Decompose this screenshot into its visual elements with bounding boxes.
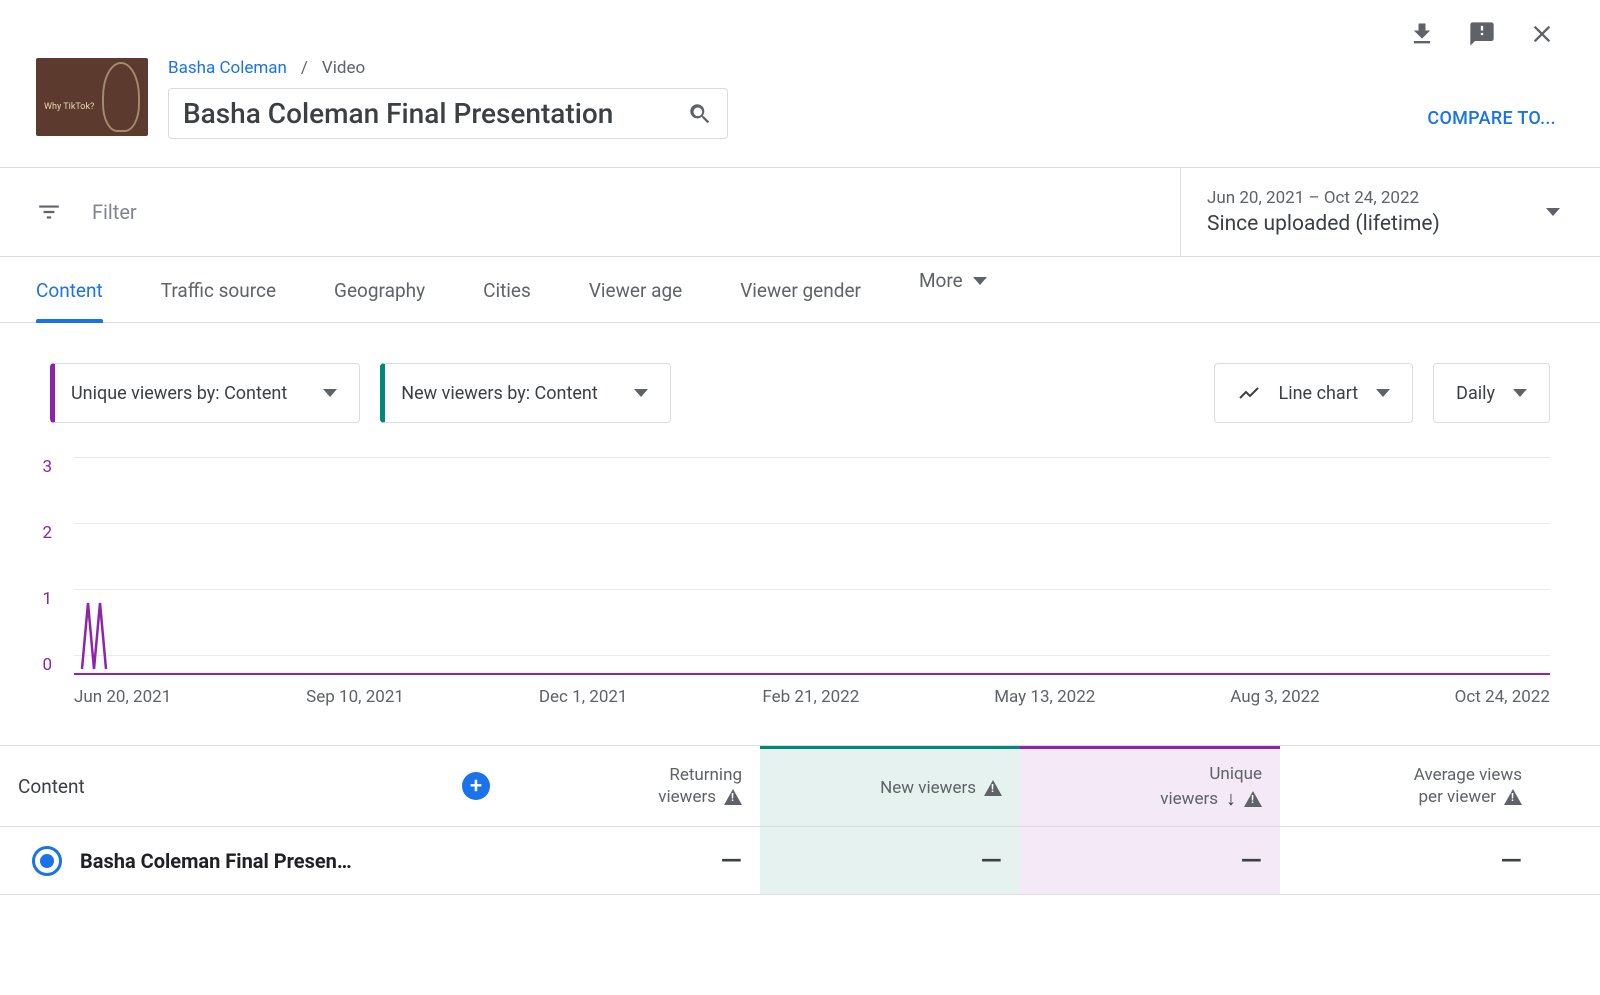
col-content: Content xyxy=(18,775,85,798)
warning-icon xyxy=(724,789,742,805)
tab-more[interactable]: More xyxy=(919,269,987,312)
chevron-down-icon xyxy=(1546,208,1560,216)
add-metric-button[interactable]: + xyxy=(462,772,490,800)
video-thumbnail[interactable]: Why TikTok? xyxy=(36,58,148,136)
crumb-video: Video xyxy=(322,58,365,78)
col-unique[interactable]: Unique viewers ↓ xyxy=(1020,746,1280,826)
close-icon[interactable] xyxy=(1528,20,1556,48)
date-preset: Since uploaded (lifetime) xyxy=(1207,212,1440,236)
page-title: Basha Coleman Final Presentation xyxy=(183,97,687,130)
tab-content[interactable]: Content xyxy=(36,279,103,322)
chevron-down-icon xyxy=(634,389,648,397)
tab-viewer-age[interactable]: Viewer age xyxy=(589,279,682,322)
table-row[interactable]: Basha Coleman Final Presen… — — — — xyxy=(0,827,1600,895)
chart-type-selector[interactable]: Line chart xyxy=(1214,363,1414,423)
row-radio[interactable] xyxy=(32,846,62,876)
row-title: Basha Coleman Final Presen… xyxy=(80,849,352,873)
tab-cities[interactable]: Cities xyxy=(483,279,531,322)
metric-new-viewers[interactable]: New viewers by: Content xyxy=(380,363,670,423)
tab-bar: Content Traffic source Geography Cities … xyxy=(0,257,1600,323)
col-new[interactable]: New viewers xyxy=(760,746,1020,826)
metric-unique-viewers[interactable]: Unique viewers by: Content xyxy=(50,363,360,423)
date-range-selector[interactable]: Jun 20, 2021 – Oct 24, 2022 Since upload… xyxy=(1180,168,1600,256)
sort-desc-icon: ↓ xyxy=(1226,786,1236,811)
warning-icon xyxy=(984,780,1002,796)
download-icon[interactable] xyxy=(1408,20,1436,48)
granularity-selector[interactable]: Daily xyxy=(1433,363,1550,423)
tab-viewer-gender[interactable]: Viewer gender xyxy=(740,279,861,322)
channel-link[interactable]: Basha Coleman xyxy=(168,58,287,78)
search-icon xyxy=(687,101,713,127)
data-table: Content + Returning viewers New viewers … xyxy=(0,745,1600,895)
compare-to-button[interactable]: COMPARE TO... xyxy=(1427,108,1556,129)
breadcrumb: Basha Coleman / Video xyxy=(168,58,728,78)
chart-line xyxy=(82,603,112,675)
warning-icon xyxy=(1504,789,1522,805)
filter-icon xyxy=(36,199,62,225)
chart: 3 2 1 0 Jun 20, 2021 Sep 10, 2021 Dec 1,… xyxy=(0,433,1600,717)
x-axis-ticks: Jun 20, 2021 Sep 10, 2021 Dec 1, 2021 Fe… xyxy=(74,687,1550,707)
date-range: Jun 20, 2021 – Oct 24, 2022 xyxy=(1207,188,1440,208)
col-returning[interactable]: Returning viewers xyxy=(500,746,760,826)
warning-icon xyxy=(1244,791,1262,807)
line-chart-icon xyxy=(1237,381,1261,405)
tab-traffic-source[interactable]: Traffic source xyxy=(161,279,276,322)
chevron-down-icon xyxy=(1376,389,1390,397)
y-axis-ticks: 3 2 1 0 xyxy=(36,457,52,721)
title-search[interactable]: Basha Coleman Final Presentation xyxy=(168,88,728,139)
feedback-icon[interactable] xyxy=(1468,20,1496,48)
chevron-down-icon xyxy=(323,389,337,397)
filter-input[interactable]: Filter xyxy=(0,168,1180,256)
col-avg[interactable]: Average views per viewer xyxy=(1280,746,1540,826)
table-header: Content + Returning viewers New viewers … xyxy=(0,745,1600,827)
chevron-down-icon xyxy=(1513,389,1527,397)
chart-baseline xyxy=(74,673,1550,675)
chevron-down-icon xyxy=(973,277,987,285)
tab-geography[interactable]: Geography xyxy=(334,279,425,322)
